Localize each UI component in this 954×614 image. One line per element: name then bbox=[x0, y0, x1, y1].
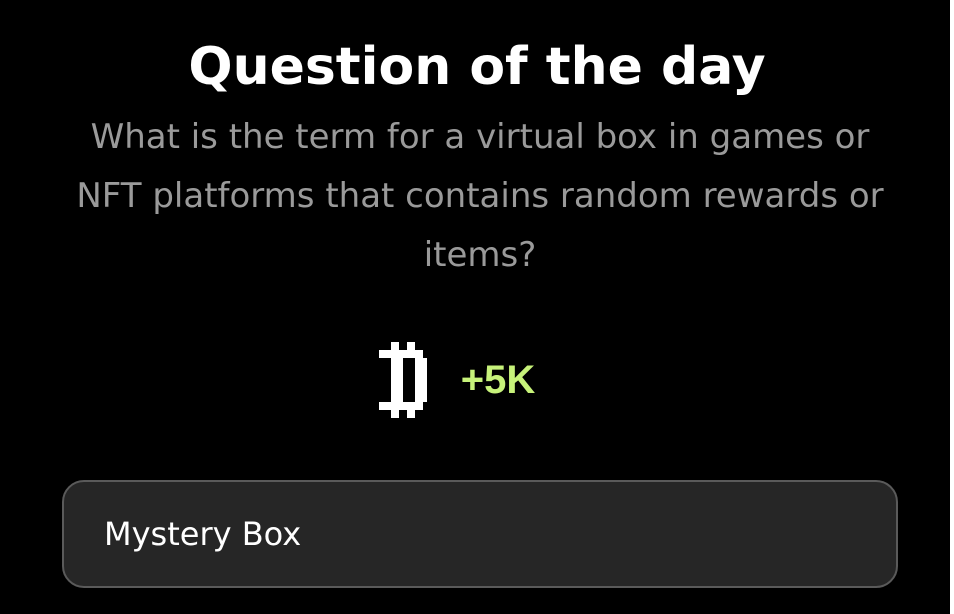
question-of-the-day-card: Question of the day What is the term for… bbox=[0, 0, 950, 614]
reward-row: +5K bbox=[0, 340, 954, 420]
pixel-coin-icon bbox=[378, 342, 427, 418]
reward-amount: +5K bbox=[460, 357, 536, 402]
answer-option[interactable]: Mystery Box bbox=[62, 480, 898, 588]
answer-option-label: Mystery Box bbox=[104, 515, 302, 553]
card-title: Question of the day bbox=[188, 37, 766, 97]
question-text: What is the term for a virtual box in ga… bbox=[76, 117, 884, 275]
